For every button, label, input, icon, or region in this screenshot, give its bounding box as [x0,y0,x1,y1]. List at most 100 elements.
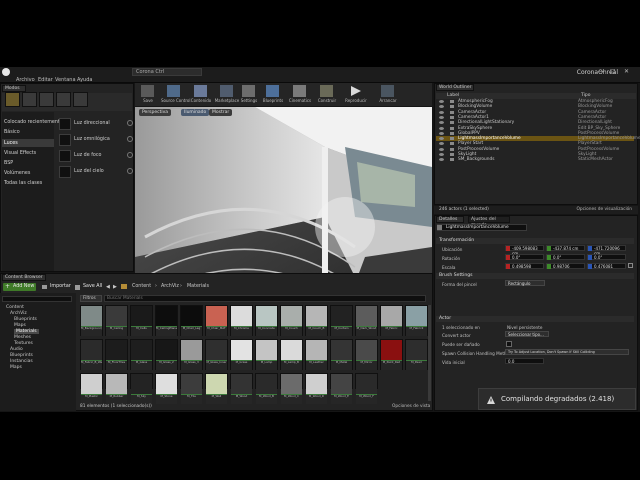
visibility-eye-icon[interactable] [439,131,444,135]
asset-tile[interactable]: M_Ceiling [105,305,128,336]
asset-tile[interactable]: M_Chair_Leg [180,305,203,336]
minimize-icon[interactable]: — [598,68,604,75]
asset-tile[interactable]: M_Metal [330,339,353,370]
asset-tile[interactable]: M_Couch [280,305,303,336]
viewport-perspective-button[interactable]: Perspectiva [139,109,172,116]
asset-tile[interactable]: M_Dark_Wood [355,305,378,336]
folder-search-input[interactable] [2,296,72,302]
section-brush-settings[interactable]: Brush Settings [436,273,634,279]
scale-z[interactable]: 0.476081 [587,263,626,269]
asset-scrollbar[interactable] [428,305,431,401]
asset-tile[interactable]: M_Rubber [105,373,128,404]
asset-tile[interactable]: M_Plastic [80,373,103,404]
foliage-mode-icon[interactable] [56,92,71,107]
category-lights[interactable]: Luces [4,141,18,146]
asset-tile[interactable]: M_Curtain [330,305,353,336]
asset-tile[interactable]: M_Chair_MAT [205,305,228,336]
help-icon[interactable] [127,168,133,174]
asset-tile[interactable]: M_Glass_3 [180,339,203,370]
tree-folder-item[interactable]: Blueprints [14,317,37,322]
paint-mode-icon[interactable] [22,92,37,107]
asset-tile[interactable]: M_Cells [130,305,153,336]
outliner-col-label[interactable]: Label [447,93,459,98]
asset-tile[interactable]: M_Wood_B [255,373,278,404]
initial-life-span-field[interactable]: 0.0 [505,358,544,364]
asset-tile[interactable]: M_Glass_2 [155,339,178,370]
asset-tile[interactable]: M_Concrete [255,305,278,336]
tree-folder-item[interactable]: Materials [14,329,39,334]
asset-tile[interactable]: M_CeilingPlane [155,305,178,336]
save-all-button[interactable]: Save All [73,283,103,291]
tree-folder-item[interactable]: Instancias [10,359,33,364]
visibility-eye-icon[interactable] [439,147,444,151]
rotation-x[interactable]: 0.0° [505,254,544,260]
category-basic[interactable]: Básico [4,130,20,135]
visibility-eye-icon[interactable] [439,142,444,146]
location-x[interactable]: -409.598083 cm [505,245,544,256]
asset-tile[interactable]: M_Leather [305,339,328,370]
scale-y[interactable]: 0.98706 [546,263,585,269]
category-bsp[interactable]: BSP [4,161,13,166]
tree-folder-item[interactable]: Maps [14,323,26,328]
asset-tile[interactable]: M_Sky [130,373,153,404]
section-actor[interactable]: Actor [436,316,634,322]
category-volumes[interactable]: Volúmenes [4,171,30,176]
asset-search-input[interactable]: Buscar Materials [104,295,426,302]
asset-tile[interactable]: M_Glass_Inner [205,339,228,370]
asset-tile[interactable]: M_Wood_F [355,373,378,404]
landscape-mode-icon[interactable] [39,92,54,107]
tab-content-browser[interactable]: Content Browser [2,274,46,281]
tab-details[interactable]: Detalles [436,216,464,223]
asset-tile[interactable]: M_Chrome [230,305,253,336]
rotation-z[interactable]: 0.0° [587,254,626,260]
visibility-eye-icon[interactable] [439,121,444,125]
geometry-mode-icon[interactable] [73,92,88,107]
asset-tile[interactable]: M_Wood_D [305,373,328,404]
asset-tile[interactable]: M_Wood_E [330,373,353,404]
toolbar-blueprints[interactable]: Blueprints [260,84,286,104]
back-arrow-icon[interactable]: ◀ [106,284,110,290]
asset-tile[interactable]: M_Fabric2 [405,305,428,336]
visibility-eye-icon[interactable] [439,158,444,162]
asset-tile[interactable]: M_Pearl [405,339,428,370]
asset-tile[interactable]: M_Background_Image [80,305,103,336]
forward-arrow-icon[interactable]: ▶ [113,284,117,290]
toolbar-play[interactable]: Reproducir [343,84,369,104]
tree-folder-item[interactable]: Content [6,305,24,310]
tree-folder-item[interactable]: Audio [10,347,23,352]
asset-tile[interactable]: M_Mirror [355,339,378,370]
tab-world-outliner[interactable]: World Outliner [436,84,474,91]
scale-x[interactable]: 0.498598 [505,263,544,269]
tree-folder-item[interactable]: Maps [10,365,22,370]
import-button[interactable]: Importar [40,283,72,291]
asset-tile[interactable]: M_Paint_Red [380,339,403,370]
close-icon[interactable]: ✕ [624,68,629,75]
light-spot[interactable]: Luz de foco [59,149,135,163]
visibility-eye-icon[interactable] [439,110,444,114]
toolbar-source-control[interactable]: Source Control [161,84,190,104]
outliner-view-options[interactable]: Opciones de visualización [576,207,632,212]
maximize-icon[interactable]: □ [610,68,616,75]
light-point[interactable]: Luz omnilógica [59,133,135,147]
category-vfx[interactable]: Visual Effects [4,151,36,156]
asset-tile[interactable]: M_Lamp_B [280,339,303,370]
location-y[interactable]: -437.874 cm [546,245,585,251]
asset-tile[interactable]: M_Fabric_B_Wave [80,339,103,370]
toolbar-settings[interactable]: Settings [236,84,262,104]
tree-folder-item[interactable]: Blueprints [10,353,33,358]
outliner-col-type[interactable]: Tipo [581,93,590,98]
breadcrumb-materials[interactable]: Materials [187,283,209,291]
help-icon[interactable] [127,120,133,126]
visibility-eye-icon[interactable] [439,153,444,156]
tab-modes[interactable]: Modos [2,85,26,92]
toolbar-content[interactable]: Contenido [188,84,214,104]
rotation-y[interactable]: 0.0° [546,254,585,260]
light-directional[interactable]: Luz direccional [59,117,135,131]
asset-tile[interactable]: M_FloorTiles [105,339,128,370]
visibility-eye-icon[interactable] [439,115,444,119]
tree-folder-item[interactable]: ArchViz [10,311,27,316]
visibility-eye-icon[interactable] [439,126,444,130]
light-sky[interactable]: Luz del cielo [59,165,135,179]
place-mode-icon[interactable] [5,92,20,107]
toolbar-save[interactable]: Save [135,84,161,104]
